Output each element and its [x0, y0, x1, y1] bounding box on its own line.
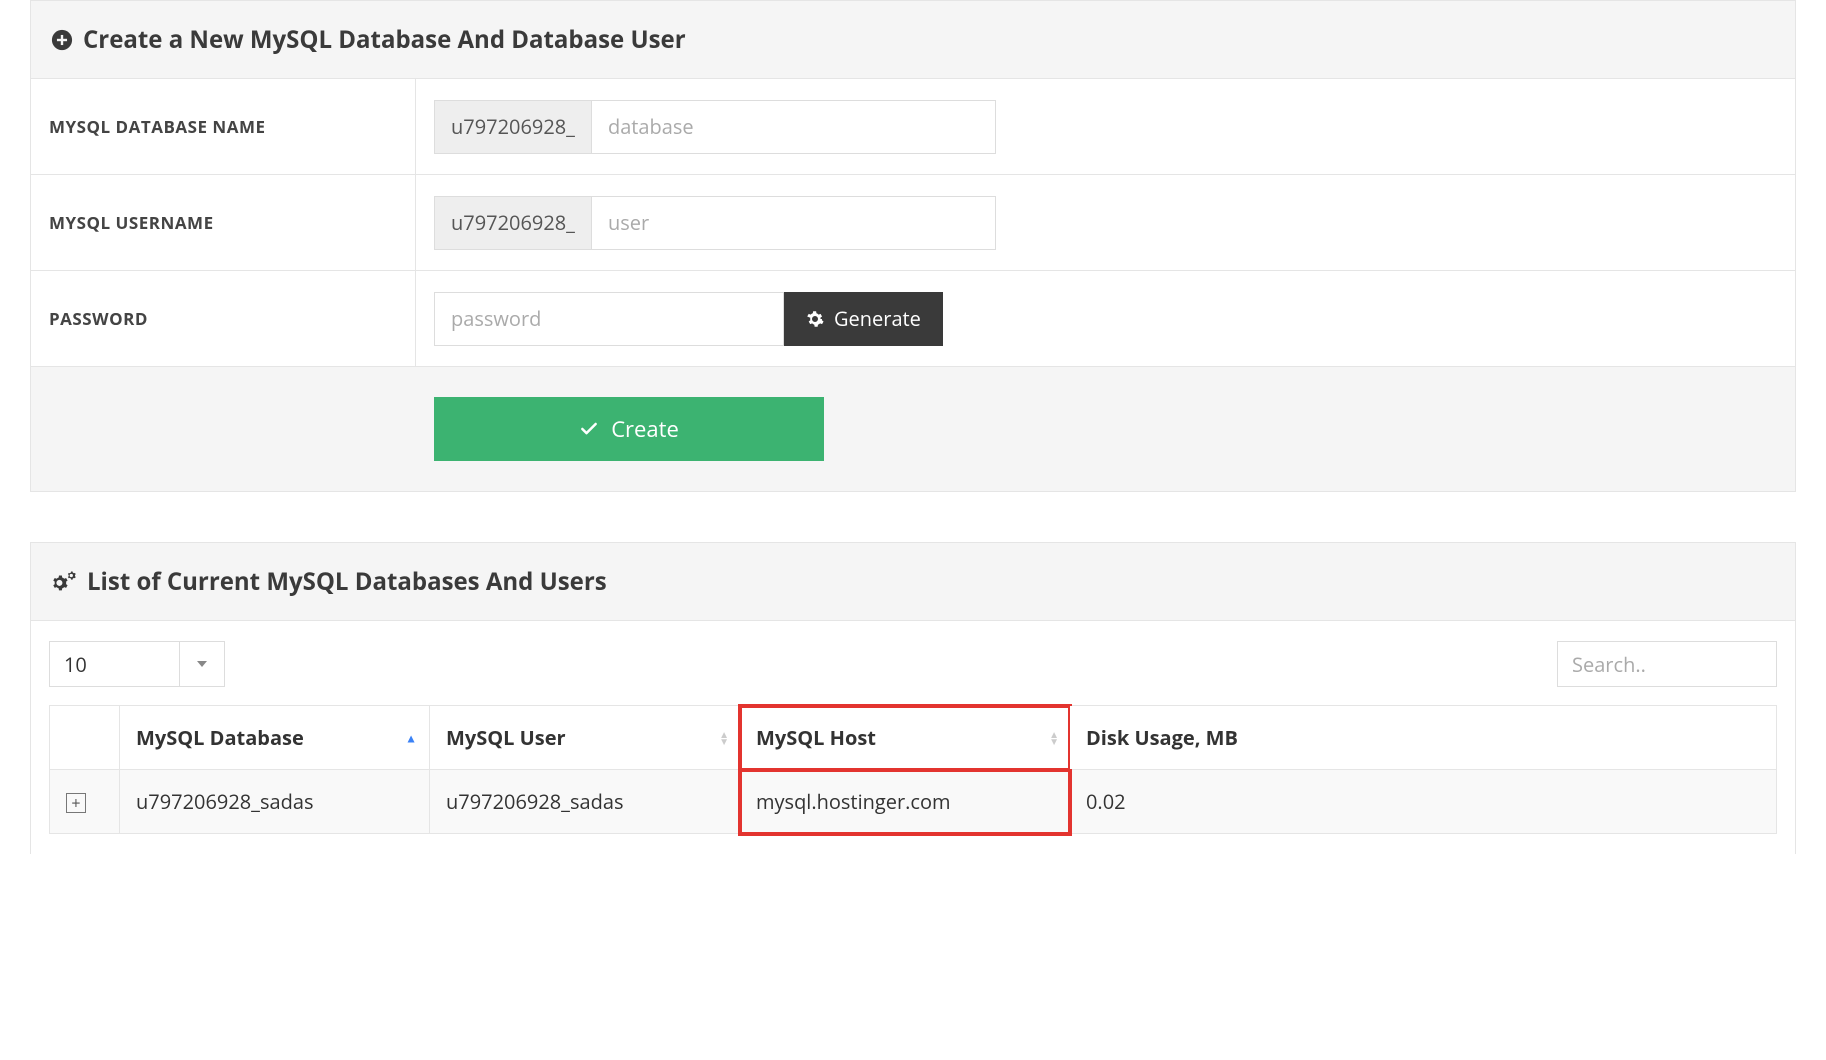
gear-icon: [806, 310, 824, 328]
list-body: 10 MySQL Database ▲: [31, 621, 1795, 854]
col-user-label: MySQL User: [446, 724, 566, 751]
col-user[interactable]: MySQL User ▲▼: [430, 706, 740, 770]
gears-icon: [51, 571, 77, 593]
password-row: PASSWORD Generate: [31, 271, 1795, 367]
list-panel-title: List of Current MySQL Databases And User…: [51, 565, 1775, 598]
cell-user: u797206928_sadas: [430, 770, 740, 834]
col-host[interactable]: MySQL Host ▲▼: [740, 706, 1070, 770]
username-input-group: u797206928_: [434, 196, 996, 250]
col-disk[interactable]: Disk Usage, MB: [1070, 706, 1777, 770]
col-database[interactable]: MySQL Database ▲: [120, 706, 430, 770]
expand-row-button[interactable]: +: [66, 793, 86, 813]
col-host-label: MySQL Host: [756, 724, 876, 751]
col-database-label: MySQL Database: [136, 724, 304, 751]
create-submit-row: Create: [31, 367, 1795, 491]
username-row: MYSQL USERNAME u797206928_: [31, 175, 1795, 271]
chevron-down-icon: [179, 641, 225, 687]
cell-host: mysql.hostinger.com: [740, 770, 1070, 834]
sort-icon: ▲▼: [1049, 731, 1059, 745]
page-length-value: 10: [49, 641, 179, 687]
password-label: PASSWORD: [31, 271, 416, 366]
list-panel-header: List of Current MySQL Databases And User…: [31, 543, 1795, 621]
database-table: MySQL Database ▲ MySQL User ▲▼ MySQL Hos…: [49, 705, 1777, 834]
col-disk-label: Disk Usage, MB: [1086, 724, 1238, 751]
create-button-label: Create: [611, 414, 679, 444]
search-input[interactable]: [1557, 641, 1777, 687]
username-control: u797206928_: [416, 175, 1795, 270]
username-input[interactable]: [592, 197, 995, 249]
page-length-select[interactable]: 10: [49, 641, 225, 687]
db-name-input[interactable]: [592, 101, 995, 153]
db-name-control: u797206928_: [416, 79, 1795, 174]
sort-icon: ▲▼: [719, 731, 729, 745]
create-panel-title-text: Create a New MySQL Database And Database…: [83, 23, 686, 56]
list-toolbar: 10: [49, 641, 1777, 687]
db-name-label: MYSQL DATABASE NAME: [31, 79, 416, 174]
list-panel-title-text: List of Current MySQL Databases And User…: [87, 565, 607, 598]
password-input-group: Generate: [434, 292, 943, 346]
generate-password-button[interactable]: Generate: [784, 292, 943, 346]
table-row: + u797206928_sadas u797206928_sadas mysq…: [50, 770, 1777, 834]
generate-button-label: Generate: [834, 305, 921, 332]
db-name-prefix: u797206928_: [435, 101, 592, 153]
db-name-row: MYSQL DATABASE NAME u797206928_: [31, 79, 1795, 175]
create-button[interactable]: Create: [434, 397, 824, 461]
username-label: MYSQL USERNAME: [31, 175, 416, 270]
cell-database: u797206928_sadas: [120, 770, 430, 834]
cell-disk: 0.02: [1070, 770, 1777, 834]
col-expand: [50, 706, 120, 770]
password-control: Generate: [416, 271, 1795, 366]
db-name-input-group: u797206928_: [434, 100, 996, 154]
create-panel-header: Create a New MySQL Database And Database…: [31, 1, 1795, 79]
check-icon: [579, 419, 599, 439]
plus-circle-icon: [51, 29, 73, 51]
database-list-panel: List of Current MySQL Databases And User…: [30, 542, 1796, 854]
expand-cell: +: [50, 770, 120, 834]
table-header-row: MySQL Database ▲ MySQL User ▲▼ MySQL Hos…: [50, 706, 1777, 770]
create-database-panel: Create a New MySQL Database And Database…: [30, 0, 1796, 492]
create-panel-title: Create a New MySQL Database And Database…: [51, 23, 1775, 56]
username-prefix: u797206928_: [435, 197, 592, 249]
password-input[interactable]: [434, 292, 784, 346]
sort-asc-icon: ▲: [405, 729, 417, 746]
